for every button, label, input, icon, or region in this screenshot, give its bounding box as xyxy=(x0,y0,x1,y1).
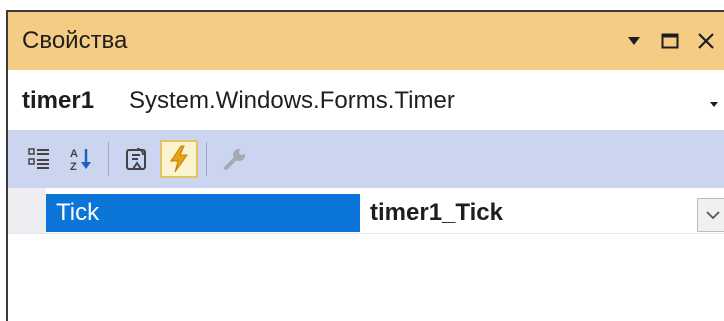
maximize-icon xyxy=(661,33,679,49)
sort-alphabetical-icon: A Z xyxy=(70,148,91,173)
alphabetical-button[interactable]: A Z xyxy=(62,140,100,178)
svg-text:Z: Z xyxy=(70,161,77,173)
object-name: timer1 xyxy=(22,87,95,114)
maximize-button[interactable] xyxy=(652,26,688,56)
categorized-button[interactable] xyxy=(20,140,58,178)
properties-icon xyxy=(126,148,146,170)
close-button[interactable] xyxy=(688,26,724,56)
event-name-cell[interactable]: Tick xyxy=(46,194,360,232)
property-pages-button[interactable] xyxy=(216,140,254,178)
categorized-icon xyxy=(28,148,49,169)
events-button[interactable] xyxy=(160,140,198,178)
toolbar-separator xyxy=(206,142,207,176)
object-type: System.Windows.Forms.Timer xyxy=(129,87,455,114)
events-grid: Tick timer1_Tick xyxy=(8,188,724,321)
panel-frame: Свойства timer1 System.Windows.Forms.Tim… xyxy=(6,10,724,321)
toolbar: A Z xyxy=(8,130,724,188)
window-position-dropdown[interactable] xyxy=(616,26,652,56)
panel-title: Свойства xyxy=(22,27,128,54)
svg-text:A: A xyxy=(70,148,78,160)
event-handler-value[interactable]: timer1_Tick xyxy=(370,194,503,232)
dropdown-triangle-icon xyxy=(628,37,640,45)
title-controls xyxy=(616,26,724,56)
lightning-icon xyxy=(170,145,188,173)
wrench-icon xyxy=(224,149,245,170)
title-bar[interactable]: Свойства xyxy=(8,12,724,70)
handler-dropdown-button[interactable] xyxy=(697,198,724,232)
properties-window: Свойства timer1 System.Windows.Forms.Tim… xyxy=(0,0,724,321)
grid-row[interactable]: Tick timer1_Tick xyxy=(8,188,724,234)
object-selector[interactable]: timer1 System.Windows.Forms.Timer xyxy=(8,70,724,130)
chevron-down-icon[interactable] xyxy=(704,94,724,114)
chevron-down-icon xyxy=(706,211,720,220)
close-icon xyxy=(698,33,714,49)
toolbar-separator xyxy=(108,142,109,176)
properties-button[interactable] xyxy=(118,140,156,178)
